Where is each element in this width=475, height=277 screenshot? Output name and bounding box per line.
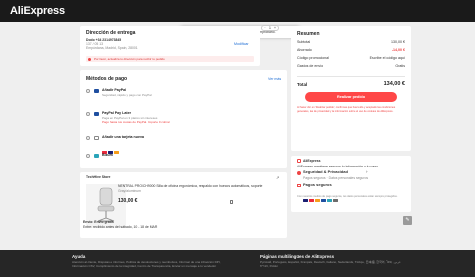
summary-row-value: 130,00 € (391, 40, 405, 44)
payment-option-bizum[interactable]: Bizum (86, 153, 286, 161)
promo-code-row[interactable]: Código promocional Escribe el código aqu… (297, 56, 405, 61)
footer: Ayuda Atención al cliente, Disputas e in… (0, 250, 475, 277)
store-arrow-icon[interactable]: ↗ (276, 175, 279, 180)
address-warning: Por favor, actualiza tu dirección para r… (86, 56, 254, 62)
promo-code-input[interactable]: Escribe el código aquí (370, 56, 405, 60)
increase-icon[interactable]: + (274, 26, 276, 31)
product-price: 130,00 € (118, 198, 138, 204)
summary-row-label: Código promocional (297, 56, 329, 60)
product-title[interactable]: NENTRAL PRO/CH9000 Silla de oficina ergo… (118, 184, 283, 189)
edit-floating-button[interactable]: ✎ (403, 216, 412, 225)
radio-button[interactable] (86, 154, 90, 158)
footer-multilingual-title: Páginas multilingües de AliExpress (260, 254, 335, 259)
card-icon (297, 184, 301, 187)
payment-option-label: Añadir PayPal (102, 88, 127, 92)
quantity-value[interactable]: 1 (269, 26, 271, 30)
summary-row-label: Subtotal (297, 40, 311, 44)
store-name[interactable]: TechHive Store (86, 175, 110, 180)
aliexpress-badge-icon (297, 159, 301, 163)
see-more-payment-link[interactable]: Ver más (268, 77, 281, 81)
secure-payments-text: Con nuestros medios de pago seguros, tus… (297, 195, 398, 198)
summary-row: Ahorrado -14,00 € (297, 48, 405, 53)
address-warning-text: Por favor, actualiza tu dirección para r… (94, 57, 165, 61)
footer-multilingual-links[interactable]: Русский, Português, Español, Français, D… (260, 260, 410, 268)
paypal-icon (94, 89, 99, 93)
summary-divider (297, 76, 405, 77)
summary-row-label: Ahorrado (297, 48, 312, 52)
pencil-icon: ✎ (405, 217, 410, 223)
footer-help-title: Ayuda (72, 254, 86, 259)
payment-option-new-card[interactable]: Añadir una tarjeta nueva (86, 135, 286, 154)
product-variant: Gray/aluminum (118, 189, 141, 193)
payment-card: Métodos de pago Ver más Añadir PayPal Se… (80, 70, 287, 168)
payment-option-sub: Seguridad, rápido y pago con PayPal (102, 93, 152, 97)
paypal-icon (321, 199, 326, 202)
secure-payments-title: Pagos seguros (303, 181, 332, 187)
summary-title: Resumen (297, 31, 320, 37)
summary-row: Subtotal 130,00 € (297, 40, 405, 45)
credit-card-icon (94, 136, 99, 140)
summary-row-value: Gratis (395, 64, 405, 68)
mastercard-icon (309, 199, 314, 202)
payment-option-label: Añadir una tarjeta nueva (102, 135, 144, 139)
security-sub: Pagos seguros · Datos personales seguros (303, 176, 369, 180)
payment-option-paypal-later[interactable]: PayPal Pay Later Paga en PayPal en 3 pla… (86, 111, 286, 124)
aliexpress-logo[interactable]: AliExpress (10, 5, 65, 17)
radio-button[interactable] (86, 136, 90, 140)
payment-option-warning: Pago hasta tus cuotas de PayPal. Importe… (102, 120, 170, 124)
shipping-title: Envío: Envío gratis (83, 220, 114, 224)
security-card: Seguridad & Privacidad › Pagos seguros ·… (291, 167, 411, 212)
footer-help-links[interactable]: Atención al cliente, Disputas e informes… (72, 260, 222, 268)
bizum-icon (327, 199, 332, 202)
order-terms-note: Al hacer clic en 'Realizar pedido', conf… (297, 106, 396, 113)
top-bar: AliExpress (0, 0, 475, 22)
place-order-button[interactable]: Realizar pedido (305, 92, 397, 102)
radio-button[interactable] (86, 112, 90, 116)
trash-icon[interactable] (230, 200, 233, 204)
amex-icon (333, 199, 338, 202)
summary-row-label: Gastos de envío (297, 64, 324, 68)
payment-title: Métodos de pago (86, 76, 128, 82)
decrease-icon[interactable]: − (264, 26, 266, 31)
address-title: Dirección de entrega (86, 30, 136, 36)
trust-title: AliExpress (303, 158, 321, 163)
edit-address-link[interactable]: Modificar (234, 42, 249, 46)
shield-icon (297, 171, 301, 175)
warning-icon (88, 57, 91, 61)
payment-option-label: PayPal Pay Later (102, 111, 131, 115)
paypal-icon (94, 112, 99, 116)
maestro-icon (315, 199, 320, 202)
total-label: Total (297, 82, 308, 87)
product-card: TechHive Store ↗ NENTRAL PRO/CH9000 Sill… (80, 172, 287, 238)
security-title[interactable]: Seguridad & Privacidad (303, 169, 348, 175)
bizum-icon (94, 154, 99, 158)
address-line2: Empúrdana, Madrid, Spain, 28001 (86, 46, 138, 50)
summary-row-value: -14,00 € (391, 48, 405, 52)
visa-icon (303, 199, 308, 202)
chevron-right-icon[interactable]: › (366, 169, 368, 174)
summary-card: Resumen Subtotal 130,00 € Ahorrado -14,0… (291, 26, 411, 151)
total-value: 134,00 € (383, 81, 405, 87)
radio-button[interactable] (86, 89, 90, 93)
payment-option-paypal[interactable]: Añadir PayPal Seguridad, rápido y pago c… (86, 88, 286, 97)
payment-option-label: Bizum (102, 153, 113, 157)
shipping-sub: Entre: recibido antes del sábado, 10 - 1… (83, 225, 158, 229)
quantity-stepper[interactable]: − 1 + (261, 25, 279, 31)
address-card: Dirección de entrega Dodo +34 2314973845… (80, 26, 260, 66)
summary-row: Gastos de envío Gratis (297, 64, 405, 69)
